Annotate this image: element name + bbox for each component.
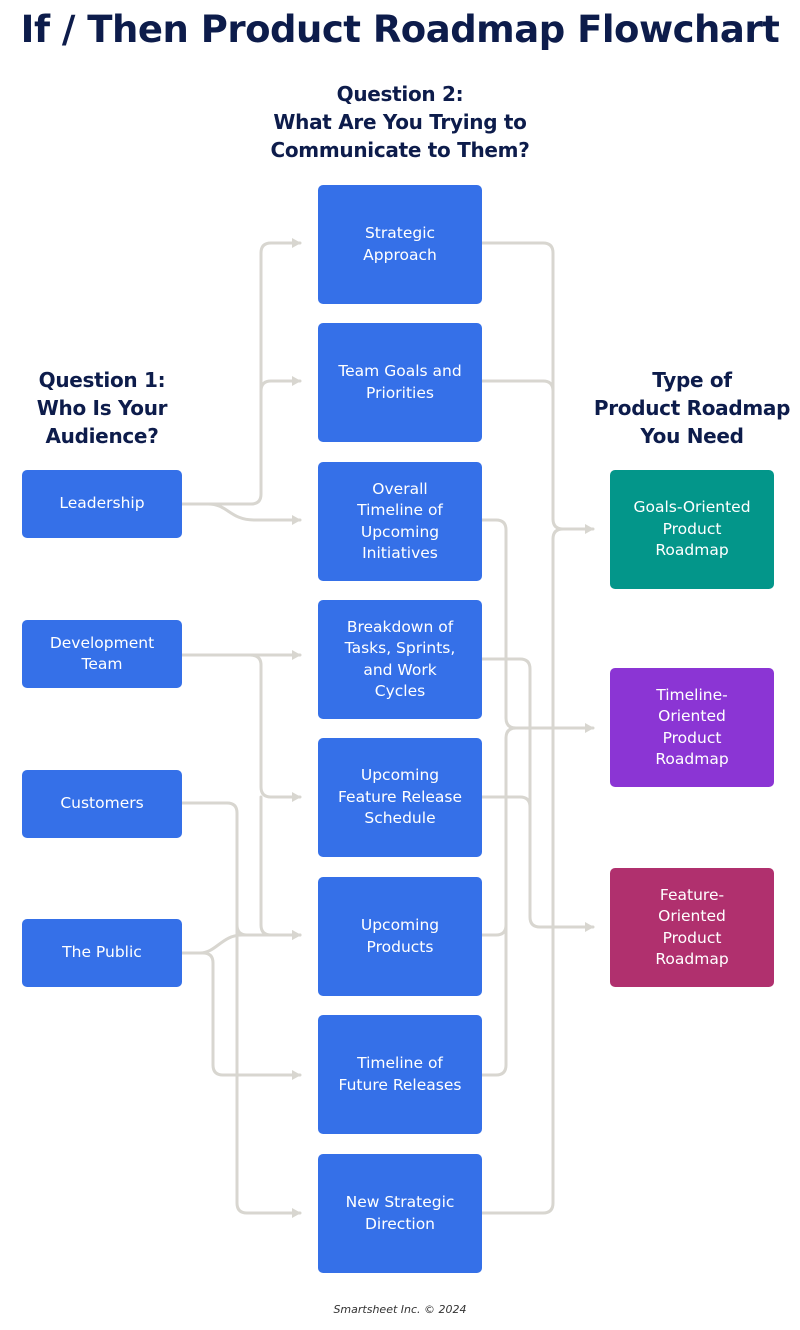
message-team-goals: Team Goals and Priorities	[318, 323, 482, 442]
box-label: The Public	[62, 943, 142, 962]
box-label: Direction	[364, 1214, 436, 1233]
connector-leadership-strategic	[180, 238, 302, 506]
box-label: Development	[49, 633, 155, 652]
message-breakdown: Breakdown of Tasks, Sprints, and Work Cy…	[318, 600, 482, 719]
message-new-direction: New Strategic Direction	[318, 1154, 482, 1273]
connector-new-direction-goals	[480, 527, 565, 1215]
connector-dev-trunk	[248, 653, 302, 802]
type-timeline-oriented: Timeline- Oriented Product Roadmap	[610, 668, 774, 787]
box-label: New Strategic	[345, 1193, 455, 1211]
box-label: Team Goals and	[338, 362, 462, 380]
box-label: Timeline of	[357, 501, 443, 519]
message-future-releases: Timeline of Future Releases	[318, 1015, 482, 1134]
box-label: Product	[662, 519, 722, 538]
connector-public-upcoming-products	[180, 930, 302, 955]
box-label: Products	[366, 937, 434, 956]
connector-breakdown-feature	[480, 657, 595, 932]
box-label: Oriented	[658, 907, 726, 925]
box-label: Product	[662, 928, 722, 947]
box-label: Leadership	[59, 494, 145, 513]
connector-leadership-overall-timeline	[180, 502, 302, 525]
box-label: Future Releases	[338, 1075, 462, 1094]
box-label: Oriented	[658, 707, 726, 725]
connector-upcoming-products-timeline	[480, 726, 518, 937]
audience-development-team: Development Team	[22, 620, 182, 688]
message-feature-release: Upcoming Feature Release Schedule	[318, 738, 482, 857]
box-label: Timeline-	[656, 685, 728, 704]
box-label: Initiatives	[362, 544, 438, 562]
box-label: Team	[81, 655, 123, 673]
box-label: Product	[662, 728, 722, 747]
box-label: Roadmap	[655, 750, 729, 768]
connector-future-releases-timeline	[480, 923, 508, 1077]
box-label: and Work	[363, 660, 437, 679]
box-label: Customers	[60, 794, 144, 813]
box-label: Breakdown of	[346, 617, 454, 636]
box-label: Overall	[372, 479, 428, 498]
box-label: Schedule	[364, 809, 436, 828]
message-overall-timeline: Overall Timeline of Upcoming Initiatives	[318, 462, 482, 581]
message-strategic-approach: Strategic Approach	[318, 185, 482, 304]
audience-the-public: The Public	[22, 919, 182, 987]
connector-dev-upcoming-products	[259, 795, 302, 940]
connector-overall-timeline-timeline	[480, 518, 595, 733]
box-label: Goals-Oriented	[633, 498, 751, 517]
box-label: Roadmap	[655, 950, 729, 968]
box-label: Approach	[363, 245, 437, 264]
connector-strategic-goals	[480, 241, 595, 534]
audience-leadership: Leadership	[22, 470, 182, 538]
box-label: Upcoming	[360, 522, 440, 541]
connector-team-goals-goals	[480, 379, 555, 521]
connector-leadership-team-goals	[259, 376, 302, 393]
message-upcoming-products: Upcoming Products	[318, 877, 482, 996]
box-label: Priorities	[366, 383, 434, 402]
box-label: Upcoming	[360, 916, 440, 934]
type-goals-oriented: Goals-Oriented Product Roadmap	[610, 470, 774, 589]
box-label: Roadmap	[655, 541, 729, 560]
box-label: Cycles	[374, 682, 426, 700]
box-label: Feature Release	[337, 787, 463, 806]
box-label: Feature-	[659, 885, 725, 904]
box-label: Timeline of	[357, 1054, 443, 1072]
box-label: Strategic	[364, 224, 436, 242]
box-label: Upcoming	[360, 766, 440, 785]
audience-customers: Customers	[22, 770, 182, 838]
copyright-footer: Smartsheet Inc. © 2024	[333, 1303, 467, 1316]
box-label: Tasks, Sprints,	[344, 639, 456, 657]
connector-public-future-releases	[180, 951, 302, 1080]
connector-customers-trunk	[180, 801, 302, 1218]
type-feature-oriented: Feature- Oriented Product Roadmap	[610, 868, 774, 987]
